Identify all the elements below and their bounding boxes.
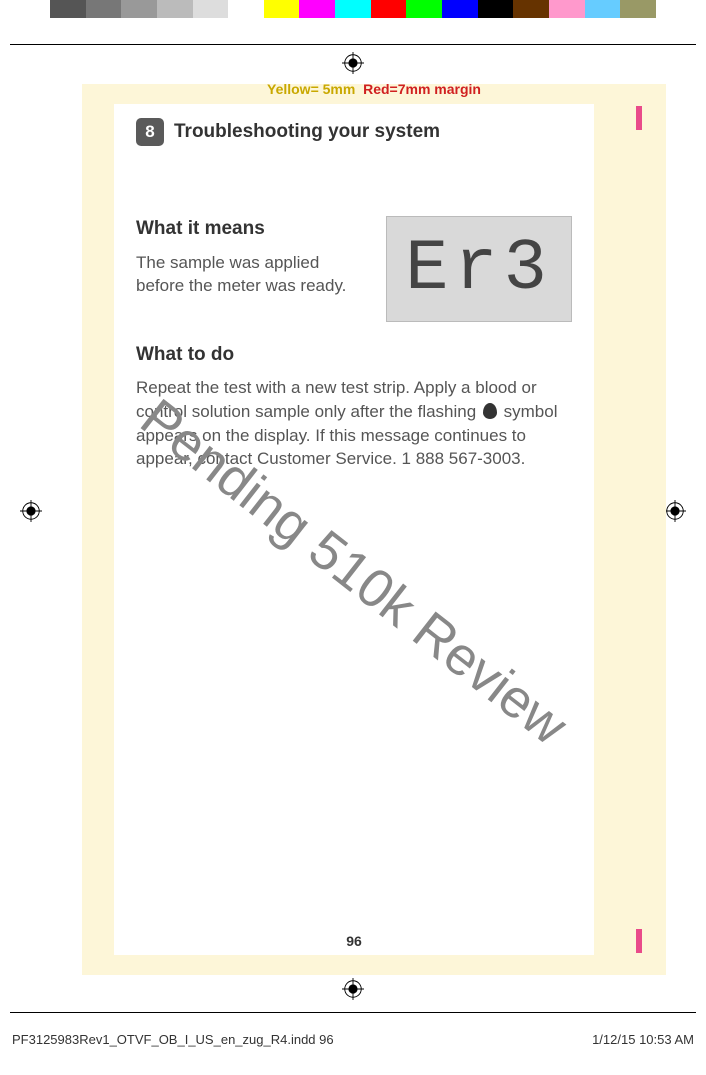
color-swatch — [299, 0, 335, 18]
registration-mark-icon — [342, 52, 364, 74]
color-swatch — [335, 0, 371, 18]
print-footer: PF3125983Rev1_OTVF_OB_I_US_en_zug_R4.ind… — [12, 1032, 694, 1047]
color-swatch — [157, 0, 193, 18]
color-swatch — [549, 0, 585, 18]
footer-timestamp: 1/12/15 10:53 AM — [592, 1032, 694, 1047]
page-content: 8 Troubleshooting your system What it me… — [114, 104, 594, 955]
color-swatch — [86, 0, 122, 18]
color-swatch — [50, 0, 86, 18]
footer-filename: PF3125983Rev1_OTVF_OB_I_US_en_zug_R4.ind… — [12, 1032, 334, 1047]
color-calibration-bar — [50, 0, 656, 18]
color-swatch — [371, 0, 407, 18]
color-swatch — [228, 0, 264, 18]
chapter-title: Troubleshooting your system — [174, 121, 440, 143]
color-swatch — [585, 0, 621, 18]
crop-line-top — [10, 44, 696, 45]
color-swatch — [620, 0, 656, 18]
page-number: 96 — [114, 933, 594, 949]
chapter-header: 8 Troubleshooting your system — [136, 118, 572, 146]
color-swatch — [406, 0, 442, 18]
color-swatch — [442, 0, 478, 18]
todo-text-pre: Repeat the test with a new test strip. A… — [136, 378, 537, 421]
blood-drop-icon — [483, 403, 497, 419]
section-body-means: The sample was applied before the meter … — [136, 252, 368, 298]
section-body-todo: Repeat the test with a new test strip. A… — [136, 376, 572, 471]
margin-red-label: Red=7mm margin — [363, 81, 481, 97]
registration-mark-icon — [664, 500, 686, 522]
color-swatch — [121, 0, 157, 18]
meter-lcd-display: Er3 — [386, 216, 572, 322]
margin-note: Yellow= 5mm Red=7mm margin — [82, 81, 666, 97]
section-heading-means: What it means — [136, 216, 368, 242]
margin-yellow-label: Yellow= 5mm — [267, 81, 355, 97]
color-swatch — [264, 0, 300, 18]
red-margin-mark-icon — [636, 929, 642, 953]
crop-line-bottom — [10, 1012, 696, 1013]
color-swatch — [193, 0, 229, 18]
registration-mark-icon — [20, 500, 42, 522]
section-heading-todo: What to do — [136, 344, 572, 366]
page-margin-area: Yellow= 5mm Red=7mm margin 8 Troubleshoo… — [82, 84, 666, 975]
red-margin-mark-icon — [636, 106, 642, 130]
registration-mark-icon — [342, 978, 364, 1000]
color-swatch — [478, 0, 514, 18]
chapter-number-badge: 8 — [136, 118, 164, 146]
color-swatch — [513, 0, 549, 18]
